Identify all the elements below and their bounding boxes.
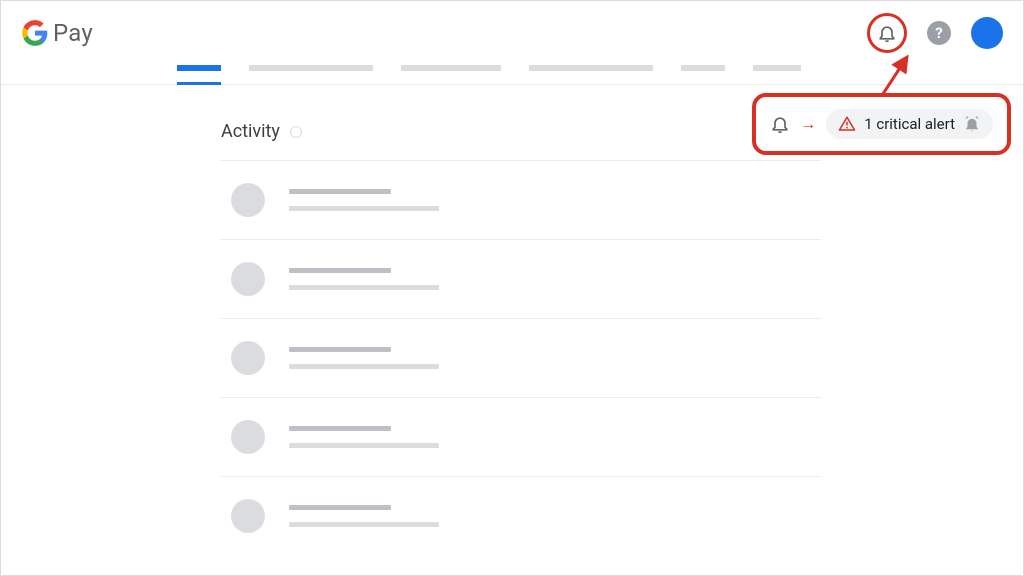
item-avatar	[231, 420, 265, 454]
tab-1[interactable]	[177, 65, 221, 71]
tab-3[interactable]	[401, 65, 501, 71]
item-text	[289, 268, 439, 290]
logo[interactable]: Pay	[21, 19, 93, 47]
bell-ringing-icon	[963, 115, 981, 133]
header-actions: ?	[867, 13, 1003, 53]
tab-2[interactable]	[249, 65, 373, 71]
list-item[interactable]	[221, 319, 821, 398]
tabs	[1, 65, 1023, 85]
placeholder-line	[289, 347, 391, 352]
placeholder-line	[289, 443, 439, 448]
placeholder-line	[289, 285, 439, 290]
notifications-button[interactable]	[867, 13, 907, 53]
item-avatar	[231, 262, 265, 296]
content: Activity	[1, 85, 821, 555]
list-item[interactable]	[221, 477, 821, 555]
list-item[interactable]	[221, 398, 821, 477]
placeholder-line	[289, 426, 391, 431]
item-avatar	[231, 341, 265, 375]
placeholder-line	[289, 268, 391, 273]
google-g-icon	[21, 19, 49, 47]
item-text	[289, 426, 439, 448]
page-title: Activity	[221, 121, 280, 142]
item-text	[289, 505, 439, 527]
placeholder-line	[289, 189, 391, 194]
tab-5[interactable]	[681, 65, 725, 71]
placeholder-line	[289, 522, 439, 527]
tab-6[interactable]	[753, 65, 801, 71]
help-button[interactable]: ?	[919, 13, 959, 53]
item-avatar	[231, 499, 265, 533]
bell-icon	[877, 23, 897, 43]
list-item[interactable]	[221, 240, 821, 319]
brand-text: Pay	[53, 19, 93, 47]
item-avatar	[231, 183, 265, 217]
list-item[interactable]	[221, 161, 821, 240]
placeholder-line	[289, 206, 439, 211]
tab-4[interactable]	[529, 65, 653, 71]
title-decoration	[290, 126, 302, 138]
warning-triangle-icon	[838, 115, 856, 133]
avatar[interactable]	[971, 17, 1003, 49]
critical-alert-pill[interactable]: 1 critical alert	[826, 109, 993, 139]
annotation-callout: → 1 critical alert	[752, 93, 1011, 155]
placeholder-line	[289, 364, 439, 369]
item-text	[289, 189, 439, 211]
alert-text: 1 critical alert	[864, 115, 955, 133]
page-title-row: Activity	[221, 121, 821, 161]
placeholder-line	[289, 505, 391, 510]
help-icon: ?	[927, 21, 951, 45]
bell-icon	[770, 114, 790, 134]
arrow-right-icon: →	[800, 114, 816, 134]
item-text	[289, 347, 439, 369]
activity-list	[221, 161, 821, 555]
header: Pay ?	[1, 1, 1023, 65]
